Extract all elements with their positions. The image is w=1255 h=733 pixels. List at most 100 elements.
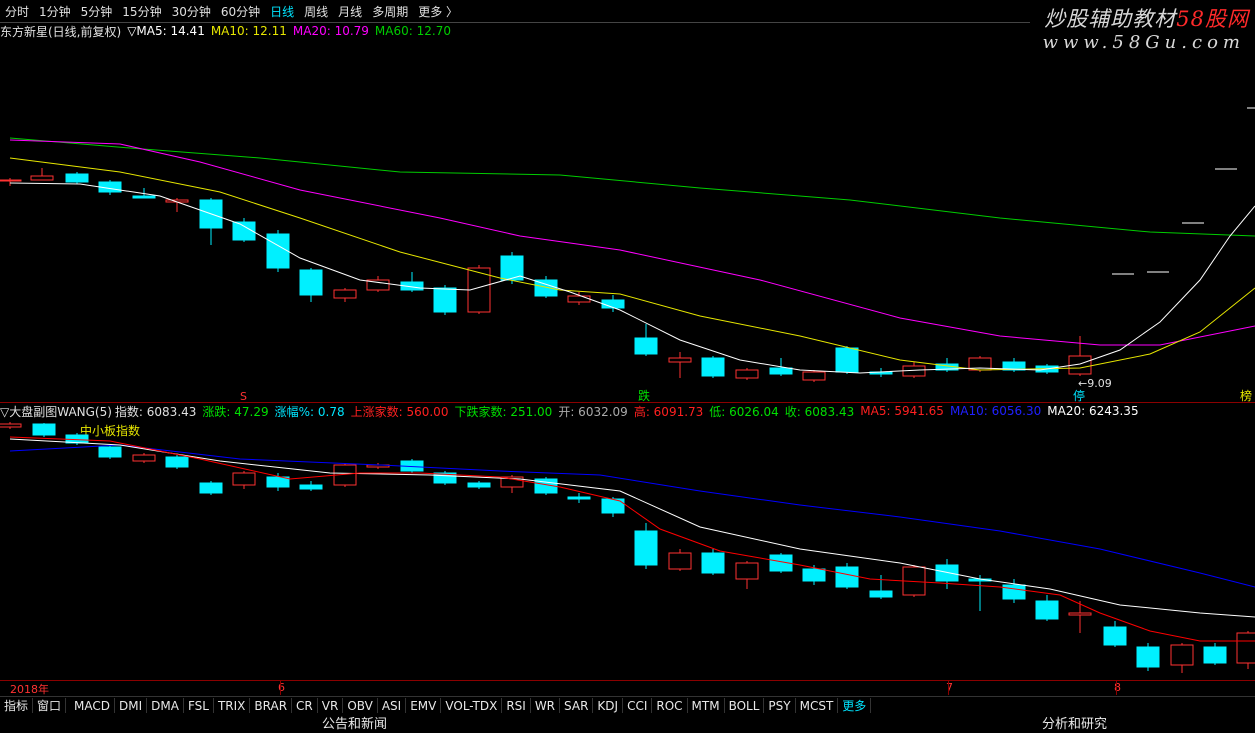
news-link[interactable]: 公告和新闻 bbox=[322, 713, 387, 732]
sub-candle-3-body bbox=[98, 446, 122, 458]
sub-ma10-line bbox=[9, 436, 1255, 642]
sub-candle-20-body bbox=[668, 552, 692, 570]
period-1min[interactable]: 1分钟 bbox=[39, 3, 71, 20]
main-candle-17-body bbox=[567, 295, 591, 303]
sub-candle-33-body bbox=[1103, 626, 1127, 646]
watermark-brand: 58股网 bbox=[1176, 7, 1249, 31]
main-candle-10-body bbox=[333, 289, 357, 299]
main-candle-0-body bbox=[0, 179, 22, 182]
sub-candle-0-body bbox=[0, 423, 22, 428]
period-daily[interactable]: 日线 bbox=[270, 3, 294, 20]
main-kline-chart[interactable] bbox=[0, 40, 1255, 402]
date-axis-line bbox=[0, 680, 1255, 681]
indicator-tab-21[interactable]: BOLL bbox=[725, 697, 765, 714]
period-fenshi[interactable]: 分时 bbox=[5, 3, 29, 20]
period-monthly[interactable]: 月线 bbox=[338, 3, 362, 20]
sub-candle-21-body bbox=[701, 552, 725, 574]
sub-ma10: MA10: 6056.30 bbox=[949, 404, 1042, 418]
sub-pct: 涨幅%: 0.78 bbox=[274, 404, 345, 419]
period-weekly[interactable]: 周线 bbox=[304, 3, 328, 20]
indicator-tab-3[interactable]: DMI bbox=[115, 697, 148, 714]
tick-7 bbox=[948, 681, 949, 695]
sub-ma5: MA5: 5941.65 bbox=[860, 404, 944, 418]
period-more[interactable]: 更多 〉 bbox=[418, 3, 458, 20]
sub-candle-24-body bbox=[802, 568, 826, 582]
main-candle-16-body bbox=[534, 279, 558, 297]
research-link[interactable]: 分析和研究 bbox=[1042, 713, 1107, 732]
sub-candle-31-body bbox=[1035, 600, 1059, 620]
main-candle-1-body bbox=[30, 175, 54, 181]
indicator-tab-19[interactable]: ROC bbox=[652, 697, 688, 714]
sub-candle-19-body bbox=[634, 530, 658, 566]
indicator-tab-16[interactable]: SAR bbox=[560, 697, 594, 714]
index-name-label: 中小板指数 bbox=[80, 423, 140, 438]
period-toolbar: 分时 1分钟 5分钟 15分钟 30分钟 60分钟 日线 周线 月线 多周期 更… bbox=[0, 0, 1030, 22]
sub-candle-34-body bbox=[1136, 646, 1160, 668]
ma10-label: MA10: 12.11 bbox=[210, 24, 287, 38]
indicator-tab-1[interactable]: 窗口 bbox=[33, 697, 67, 714]
ma20-line bbox=[9, 139, 1255, 346]
sub-candle-14-body bbox=[467, 482, 491, 488]
indicator-tab-5[interactable]: FSL bbox=[184, 697, 214, 714]
period-60min[interactable]: 60分钟 bbox=[221, 3, 260, 20]
sub-high: 高: 6091.73 bbox=[633, 404, 704, 419]
ma60-label: MA60: 12.70 bbox=[374, 24, 451, 38]
main-candle-9-body bbox=[299, 269, 323, 296]
tick-6 bbox=[280, 681, 281, 695]
sub-up-count: 上涨家数: 560.00 bbox=[350, 404, 449, 419]
indicator-tab-0[interactable]: 指标 bbox=[0, 697, 34, 714]
indicator-tab-7[interactable]: BRAR bbox=[250, 697, 293, 714]
sub-title[interactable]: ▽大盘副图WANG(5) bbox=[0, 403, 112, 420]
indicator-tab-18[interactable]: CCI bbox=[623, 697, 653, 714]
sub-ma20: MA20: 6243.35 bbox=[1047, 404, 1139, 418]
sub-candle-4-body bbox=[132, 454, 156, 462]
low-price-label: ←9.09 bbox=[1078, 377, 1112, 390]
main-candle-2-body bbox=[65, 173, 89, 183]
indicator-tab-22[interactable]: PSY bbox=[764, 697, 796, 714]
main-candle-18-body bbox=[601, 299, 625, 309]
indicator-tab-13[interactable]: VOL-TDX bbox=[441, 697, 503, 714]
main-candle-4-body bbox=[132, 195, 156, 199]
sub-down-count: 下跌家数: 251.00 bbox=[454, 404, 553, 419]
main-candle-19-body bbox=[634, 337, 658, 355]
sub-open: 开: 6032.09 bbox=[558, 404, 628, 419]
sub-candle-28-body bbox=[935, 564, 959, 582]
indicator-tab-17[interactable]: KDJ bbox=[593, 697, 624, 714]
indicator-tab-24[interactable]: 更多 bbox=[838, 697, 872, 714]
sub-candle-9-body bbox=[299, 484, 323, 490]
watermark-title: 炒股辅助教材58股网 bbox=[1044, 7, 1249, 31]
sub-candle-6-body bbox=[199, 482, 223, 494]
sub-candle-32-body bbox=[1068, 612, 1092, 616]
ma5-line bbox=[9, 182, 1255, 374]
indicator-tab-4[interactable]: DMA bbox=[147, 697, 184, 714]
indicator-tab-6[interactable]: TRIX bbox=[214, 697, 251, 714]
indicator-tab-2[interactable]: MACD bbox=[70, 697, 116, 714]
main-candle-8-body bbox=[266, 233, 290, 269]
tick-8 bbox=[1116, 681, 1117, 695]
indicator-tab-10[interactable]: OBV bbox=[343, 697, 378, 714]
period-5min[interactable]: 5分钟 bbox=[81, 3, 113, 20]
period-30min[interactable]: 30分钟 bbox=[172, 3, 211, 20]
indicator-tab-23[interactable]: MCST bbox=[796, 697, 839, 714]
indicator-tab-14[interactable]: RSI bbox=[502, 697, 531, 714]
sub-ma20-line bbox=[9, 444, 1255, 588]
sub-index-chart[interactable]: 中小板指数 bbox=[0, 419, 1255, 681]
indicator-tab-11[interactable]: ASI bbox=[378, 697, 407, 714]
period-multi[interactable]: 多周期 bbox=[372, 3, 408, 20]
main-markers: S 跌 停 榜 ←9.09 bbox=[240, 377, 1252, 403]
sub-candle-26-body bbox=[869, 590, 893, 598]
ting-marker: 停 bbox=[1073, 388, 1085, 403]
period-15min[interactable]: 15分钟 bbox=[122, 3, 161, 20]
indicator-tab-20[interactable]: MTM bbox=[688, 697, 725, 714]
indicator-tab-8[interactable]: CR bbox=[292, 697, 318, 714]
main-legend: 东方新星(日线,前复权) ▽MA5: 14.41 MA10: 12.11 MA2… bbox=[0, 23, 457, 39]
main-candle-13-body bbox=[433, 287, 457, 313]
main-candle-20-body bbox=[668, 357, 692, 363]
sub-candle-1-body bbox=[32, 423, 56, 436]
sub-close: 收: 6083.43 bbox=[784, 404, 855, 419]
indicator-tab-9[interactable]: VR bbox=[318, 697, 344, 714]
indicator-tab-12[interactable]: EMV bbox=[406, 697, 442, 714]
stock-title[interactable]: 东方新星(日线,前复权) bbox=[0, 23, 121, 40]
indicator-tab-15[interactable]: WR bbox=[531, 697, 561, 714]
sub-legend: ▽大盘副图WANG(5) 指数: 6083.43 涨跌: 47.29 涨幅%: … bbox=[0, 403, 1145, 419]
